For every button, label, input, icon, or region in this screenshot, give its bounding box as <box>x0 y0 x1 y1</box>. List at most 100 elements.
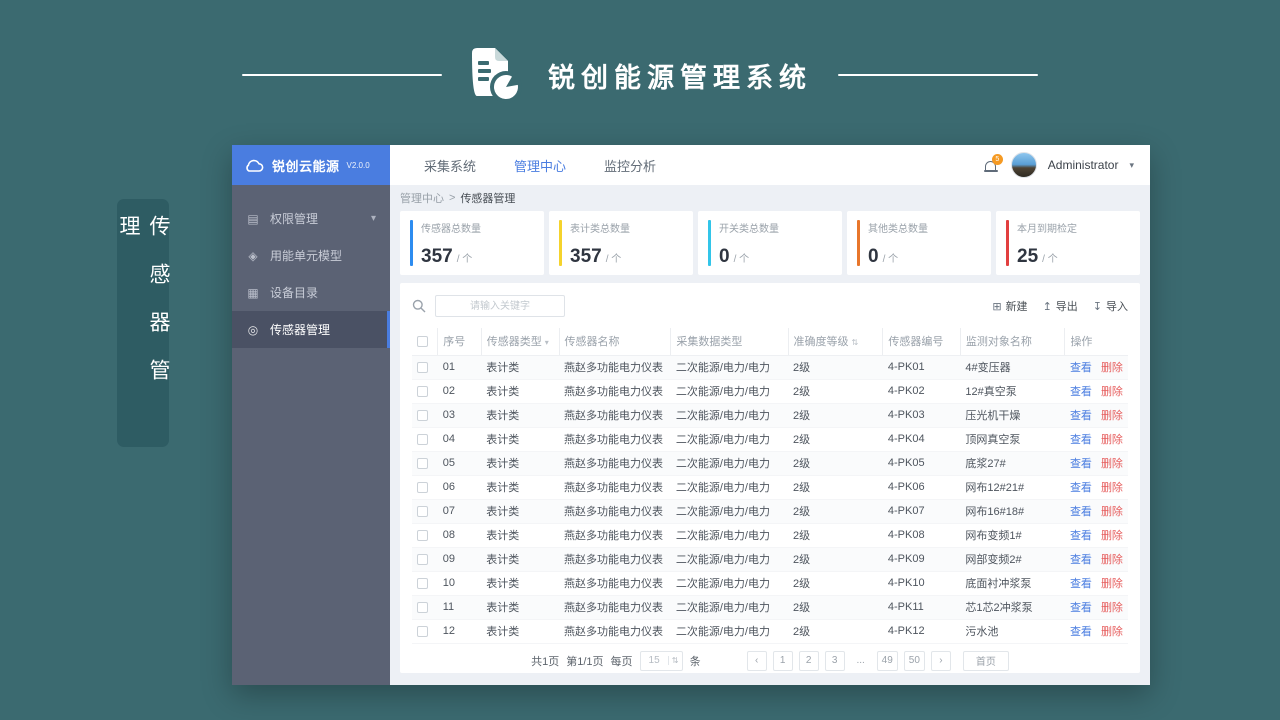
first-page-button[interactable]: 首页 <box>962 650 1009 671</box>
stat-card: 开关类总数量 0/ 个 <box>698 211 842 275</box>
view-link[interactable]: 查看 <box>1070 506 1092 518</box>
cell-sensor-code: 4-PK01 <box>882 355 961 380</box>
page-number-button[interactable]: 49 <box>876 650 898 671</box>
user-avatar[interactable] <box>1010 152 1037 178</box>
delete-link[interactable]: 删除 <box>1101 554 1123 566</box>
stat-cards: 传感器总数量 357/ 个 表计类总数量 357/ 个 开关类总数量 0 / 个… <box>400 211 1140 275</box>
cell-accuracy: 2级 <box>788 547 883 572</box>
view-link[interactable]: 查看 <box>1070 530 1092 542</box>
export-button[interactable]: ↥ 导出 <box>1043 298 1078 314</box>
page-number-button[interactable]: 3 <box>824 650 845 671</box>
create-button[interactable]: ⊞ 新建 <box>992 298 1027 314</box>
table-column-header[interactable]: 监测对象名称 <box>959 328 1065 356</box>
row-checkbox[interactable] <box>417 409 428 421</box>
notification-bell-icon[interactable]: 5 <box>982 154 1003 174</box>
next-page-button[interactable]: › <box>930 650 951 671</box>
cell-monitor-target: 网部变频2# <box>960 547 1065 572</box>
row-checkbox[interactable] <box>417 481 428 493</box>
column-header-icon[interactable]: ▾ <box>545 338 549 347</box>
cell-actions: 查看 删除 <box>1064 547 1128 572</box>
view-link[interactable]: 查看 <box>1070 434 1092 446</box>
row-checkbox[interactable] <box>417 385 428 397</box>
cell-accuracy: 2级 <box>788 403 883 428</box>
table-column-header[interactable]: 采集数据类型 <box>670 328 789 356</box>
prev-page-button[interactable]: ‹ <box>746 650 767 671</box>
page-number-button[interactable]: ... <box>851 651 871 671</box>
table-row: 06 表计类 燕赵多功能电力仪表 二次能源/电力/电力 2级 4-PK06 网布… <box>412 475 1128 500</box>
delete-link[interactable]: 删除 <box>1101 410 1123 422</box>
delete-link[interactable]: 删除 <box>1101 386 1123 398</box>
delete-link[interactable]: 删除 <box>1101 530 1123 542</box>
view-link[interactable]: 查看 <box>1070 626 1092 638</box>
delete-link[interactable]: 删除 <box>1101 626 1123 638</box>
view-link[interactable]: 查看 <box>1070 482 1092 494</box>
row-checkbox[interactable] <box>417 625 428 637</box>
row-checkbox[interactable] <box>417 553 428 565</box>
table-column-header[interactable]: 操作 <box>1064 328 1128 356</box>
cell-sensor-code: 4-PK05 <box>882 451 961 476</box>
view-link[interactable]: 查看 <box>1070 362 1092 374</box>
page-number-button[interactable]: 2 <box>798 650 819 671</box>
table-toolbar: ⊞ 新建 ↥ 导出 ↧ 导入 <box>412 291 1128 321</box>
search-icon <box>412 299 426 313</box>
table-column-header[interactable]: 准确度等级 ⇅ <box>787 328 883 356</box>
row-checkbox[interactable] <box>417 601 428 613</box>
top-nav-item[interactable]: 监控分析 <box>604 156 656 175</box>
stat-accent-bar <box>1006 220 1009 266</box>
cell-monitor-target: 4#变压器 <box>960 355 1065 380</box>
cell-data-type: 二次能源/电力/电力 <box>670 355 789 380</box>
cell-sensor-code: 4-PK04 <box>882 427 961 452</box>
per-page-label: 每页 <box>610 655 633 668</box>
row-checkbox[interactable] <box>417 505 428 517</box>
cell-sensor-type: 表计类 <box>481 547 559 572</box>
top-nav-item[interactable]: 采集系统 <box>424 156 476 175</box>
row-checkbox[interactable] <box>417 433 428 445</box>
import-button[interactable]: ↧ 导入 <box>1093 298 1128 314</box>
row-checkbox[interactable] <box>417 361 428 373</box>
user-dropdown-caret-icon[interactable]: ▾ <box>1129 160 1134 171</box>
view-link[interactable]: 查看 <box>1070 386 1092 398</box>
sidebar-menu-item[interactable]: ▦ 设备目录 ▾ <box>232 274 390 311</box>
table-column-header[interactable]: 传感器类型 ▾ <box>480 328 559 356</box>
column-header-icon[interactable]: ⇅ <box>852 338 859 347</box>
stat-value: 0/ 个 <box>719 246 750 267</box>
per-page-stepper-icon[interactable]: ⇅ <box>667 656 682 665</box>
stat-accent-bar <box>559 220 562 266</box>
delete-link[interactable]: 删除 <box>1101 362 1123 374</box>
row-checkbox[interactable] <box>417 577 428 589</box>
top-nav-item[interactable]: 管理中心 <box>514 156 566 175</box>
table-column-header[interactable]: 传感器编号 <box>882 328 961 356</box>
page-number-button[interactable]: 1 <box>772 650 793 671</box>
create-icon: ⊞ <box>992 300 1002 313</box>
row-checkbox[interactable] <box>417 457 428 469</box>
row-checkbox[interactable] <box>417 529 428 541</box>
page-number-button[interactable]: 50 <box>903 650 925 671</box>
view-link[interactable]: 查看 <box>1070 602 1092 614</box>
delete-link[interactable]: 删除 <box>1101 602 1123 614</box>
delete-link[interactable]: 删除 <box>1101 458 1123 470</box>
view-link[interactable]: 查看 <box>1070 458 1092 470</box>
user-name[interactable]: Administrator <box>1048 158 1119 172</box>
cell-data-type: 二次能源/电力/电力 <box>670 427 789 452</box>
view-link[interactable]: 查看 <box>1070 410 1092 422</box>
delete-link[interactable]: 删除 <box>1101 506 1123 518</box>
per-page-selector[interactable]: 15 ⇅ <box>639 650 683 671</box>
sidebar-menu-item[interactable]: ◎ 传感器管理 ▾ <box>232 311 390 348</box>
cell-sensor-name: 燕赵多功能电力仪表 <box>559 379 671 404</box>
sensor-table: 序号 传感器类型 ▾ 传感器名称 采集数据类型 准确度等级 ⇅ 传感器编号 监测… <box>412 328 1128 644</box>
delete-link[interactable]: 删除 <box>1101 578 1123 590</box>
search-input[interactable] <box>435 295 565 317</box>
sidebar-menu-item[interactable]: ▤ 权限管理 ▾ <box>232 200 390 237</box>
view-link[interactable]: 查看 <box>1070 578 1092 590</box>
delete-link[interactable]: 删除 <box>1101 434 1123 446</box>
table-column-header[interactable]: 传感器名称 <box>558 328 671 356</box>
stat-value: 0/ 个 <box>868 246 899 267</box>
cell-no: 02 <box>437 379 482 404</box>
table-column-header[interactable]: 序号 <box>437 328 482 356</box>
sidebar-menu-item[interactable]: ◈ 用能单元模型 ▾ <box>232 237 390 274</box>
view-link[interactable]: 查看 <box>1070 554 1092 566</box>
delete-link[interactable]: 删除 <box>1101 482 1123 494</box>
stat-unit: / 个 <box>882 254 899 265</box>
breadcrumb-parent[interactable]: 管理中心 <box>400 190 444 206</box>
select-all-checkbox[interactable] <box>417 335 428 347</box>
